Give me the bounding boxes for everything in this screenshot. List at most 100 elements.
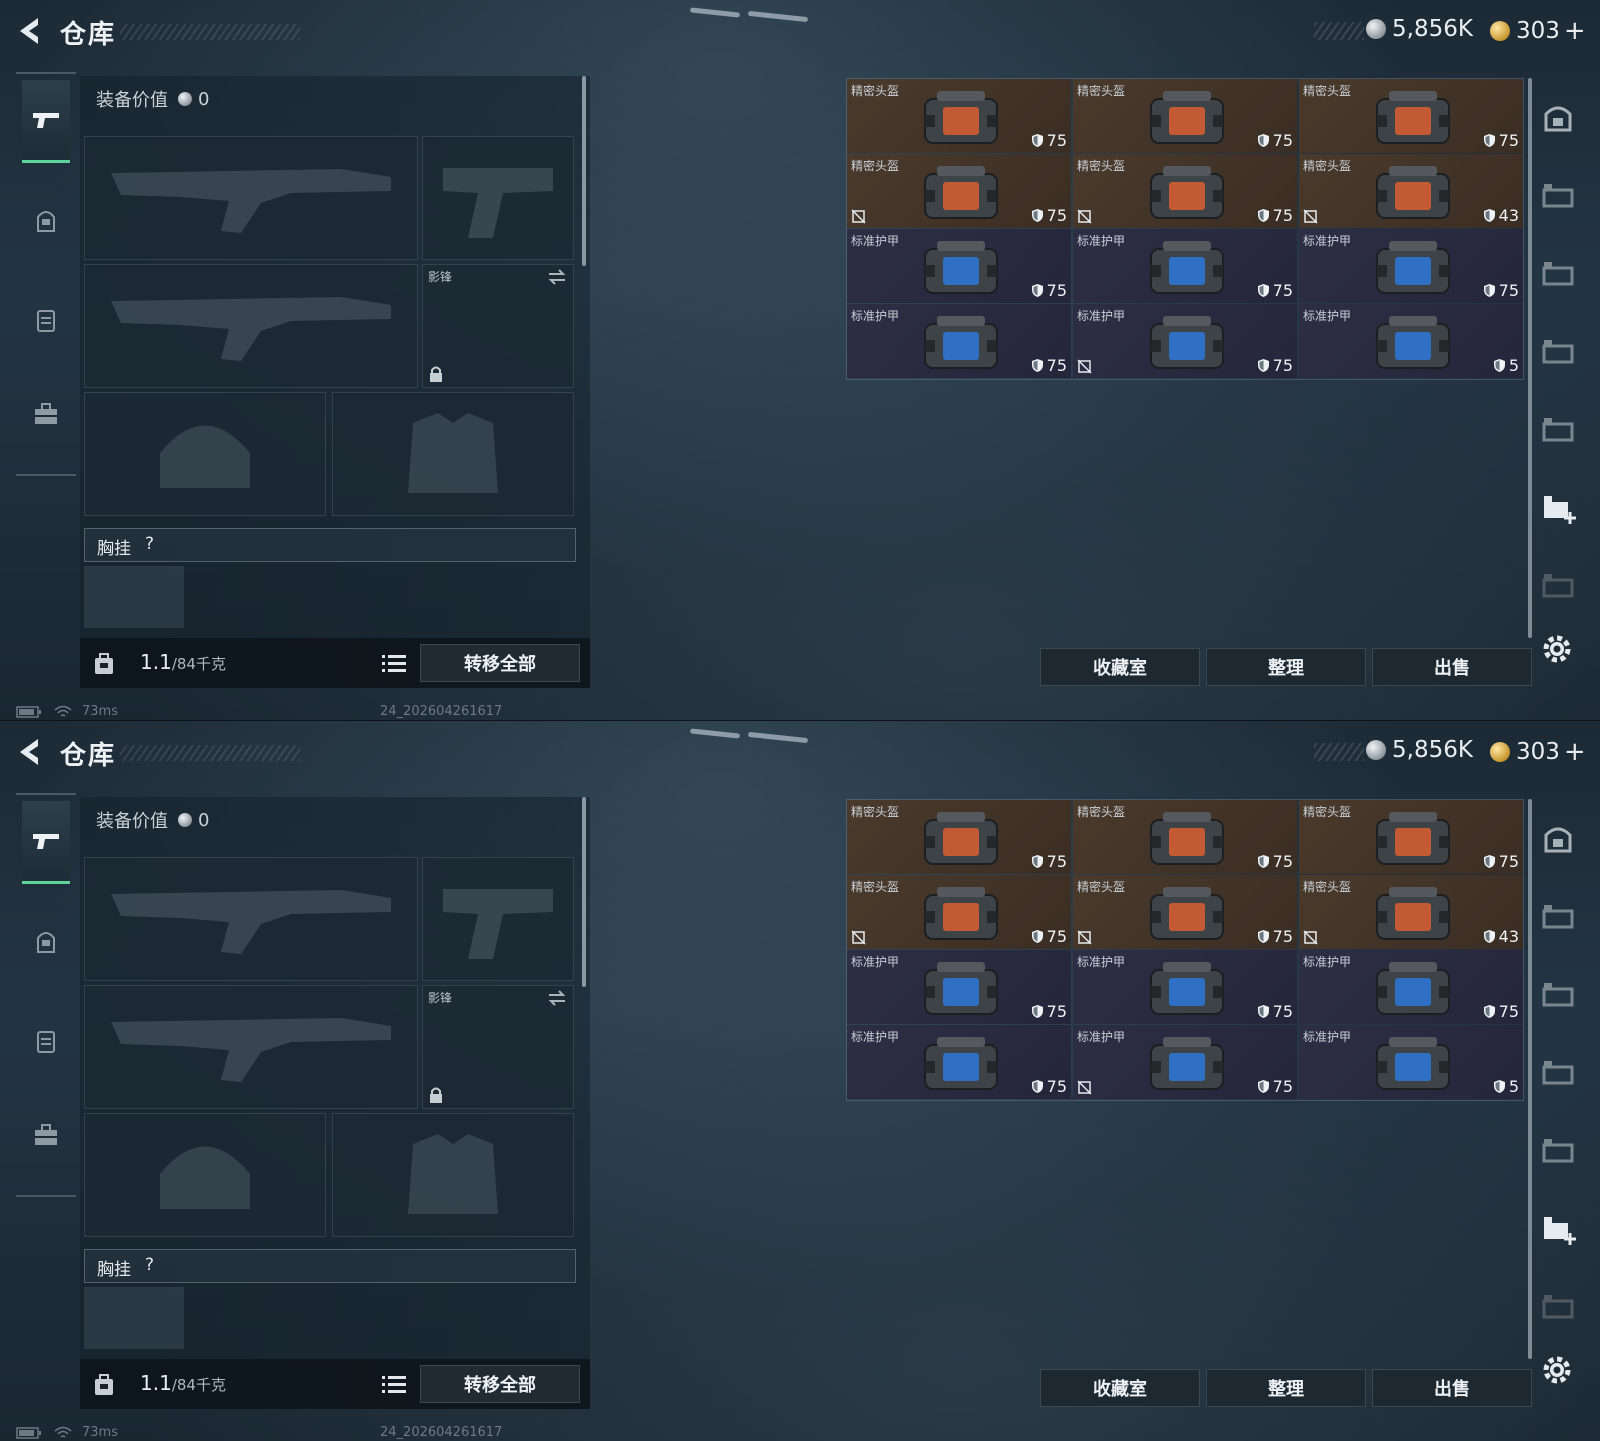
armor-slot[interactable] [332, 392, 574, 516]
sell-button[interactable]: 出售 [1372, 1369, 1532, 1407]
helmet-case-icon [924, 887, 998, 940]
nav-armor[interactable] [22, 1001, 70, 1081]
silver-currency: 5,856K [1366, 16, 1473, 42]
inventory-item-helmet[interactable]: 精密头盔 75 [1299, 79, 1523, 153]
backpack-icon [95, 1374, 113, 1395]
storage-tab-1-icon[interactable] [1540, 821, 1576, 857]
swap-icon[interactable] [547, 990, 567, 1006]
shield-icon [1031, 359, 1043, 372]
pistol-slot[interactable] [422, 136, 574, 260]
inventory-item-helmet[interactable]: 精密头盔 43 [1299, 154, 1523, 228]
storage-tab-6-icon[interactable] [1540, 568, 1576, 604]
storage-tab-3-icon[interactable] [1540, 256, 1576, 292]
transfer-all-button[interactable]: 转移全部 [420, 644, 580, 682]
back-arrow-icon[interactable] [14, 735, 48, 769]
gold-currency[interactable]: 303 + [1490, 16, 1586, 46]
secondary-weapon-slot[interactable] [84, 985, 418, 1109]
nav-medkit[interactable] [22, 1095, 70, 1175]
helmet-slot[interactable] [84, 392, 326, 516]
shield-icon [1257, 134, 1269, 147]
item-durability: 75 [1257, 356, 1293, 375]
inventory-item-armor[interactable]: 标准护甲 75 [847, 950, 1071, 1024]
settings-gear-icon[interactable] [1540, 632, 1574, 666]
inventory-item-armor[interactable]: 标准护甲 75 [847, 1025, 1071, 1099]
sort-button[interactable]: 整理 [1206, 648, 1366, 686]
inventory-item-helmet[interactable]: 精密头盔 75 [847, 800, 1071, 874]
equipment-scrollbar[interactable] [582, 797, 586, 987]
shield-icon [1031, 134, 1043, 147]
sell-button[interactable]: 出售 [1372, 648, 1532, 686]
inventory-item-armor[interactable]: 标准护甲 5 [1299, 304, 1523, 378]
secondary-weapon-slot[interactable] [84, 264, 418, 388]
help-icon[interactable]: ? [145, 534, 154, 554]
transfer-all-button[interactable]: 转移全部 [420, 1365, 580, 1403]
equipment-scrollbar[interactable] [582, 76, 586, 266]
pistol-slot[interactable] [422, 857, 574, 981]
storage-tab-4-icon[interactable] [1540, 1055, 1576, 1091]
shield-icon [1257, 1005, 1269, 1018]
battery-icon [16, 1426, 41, 1439]
back-arrow-icon[interactable] [14, 14, 48, 48]
inventory-item-armor[interactable]: 标准护甲 75 [1073, 950, 1297, 1024]
inventory-item-helmet[interactable]: 精密头盔 75 [1299, 800, 1523, 874]
inventory-item-armor[interactable]: 标准护甲 75 [1073, 304, 1297, 378]
chest-rig-label: 胸挂 [97, 1260, 131, 1280]
storage-tab-2-icon[interactable] [1540, 899, 1576, 935]
storage-tab-scrollbar[interactable] [1528, 799, 1532, 1359]
ping-text: 73ms [82, 1425, 118, 1440]
inventory-item-helmet[interactable]: 精密头盔 75 [1073, 154, 1297, 228]
item-name: 精密头盔 [851, 805, 900, 819]
collection-room-button[interactable]: 收藏室 [1040, 648, 1200, 686]
add-storage-tab-icon[interactable] [1540, 490, 1576, 526]
armor-slot[interactable] [332, 1113, 574, 1237]
inventory-item-helmet[interactable]: 精密头盔 75 [847, 875, 1071, 949]
sort-button[interactable]: 整理 [1206, 1369, 1366, 1407]
add-gold-icon[interactable]: + [1564, 16, 1586, 46]
primary-weapon-slot[interactable] [84, 136, 418, 260]
inventory-item-armor[interactable]: 标准护甲 75 [1073, 1025, 1297, 1099]
inventory-item-helmet[interactable]: 精密头盔 75 [1073, 79, 1297, 153]
swap-icon[interactable] [547, 269, 567, 285]
settings-gear-icon[interactable] [1540, 1353, 1574, 1387]
inventory-item-armor[interactable]: 标准护甲 75 [1299, 229, 1523, 303]
collection-room-button[interactable]: 收藏室 [1040, 1369, 1200, 1407]
nav-helmet[interactable] [22, 180, 70, 260]
inventory-item-armor[interactable]: 标准护甲 75 [847, 229, 1071, 303]
add-storage-tab-icon[interactable] [1540, 1211, 1576, 1247]
chest-rig-slot[interactable] [84, 1287, 184, 1349]
nav-weapons[interactable] [22, 801, 70, 884]
list-icon[interactable] [382, 653, 406, 673]
chest-rig-slot[interactable] [84, 566, 184, 628]
chest-rig-header: 胸挂 ? [84, 1249, 576, 1283]
nav-armor[interactable] [22, 280, 70, 360]
storage-tab-4-icon[interactable] [1540, 334, 1576, 370]
inventory-item-armor[interactable]: 标准护甲 75 [1299, 950, 1523, 1024]
storage-tab-5-icon[interactable] [1540, 412, 1576, 448]
storage-tab-2-icon[interactable] [1540, 178, 1576, 214]
primary-weapon-slot[interactable] [84, 857, 418, 981]
list-icon[interactable] [382, 1374, 406, 1394]
add-gold-icon[interactable]: + [1564, 737, 1586, 767]
inventory-item-armor[interactable]: 标准护甲 75 [1073, 229, 1297, 303]
inventory-item-helmet[interactable]: 精密头盔 75 [1073, 875, 1297, 949]
help-icon[interactable]: ? [145, 1255, 154, 1275]
storage-tab-scrollbar[interactable] [1528, 78, 1532, 638]
nav-helmet[interactable] [22, 901, 70, 981]
inventory-item-armor[interactable]: 标准护甲 5 [1299, 1025, 1523, 1099]
gold-currency[interactable]: 303 + [1490, 737, 1586, 767]
melee-slot[interactable]: 影锋 [422, 985, 574, 1109]
inventory-item-helmet[interactable]: 精密头盔 75 [847, 79, 1071, 153]
storage-tab-6-icon[interactable] [1540, 1289, 1576, 1325]
storage-tab-3-icon[interactable] [1540, 977, 1576, 1013]
build-version: 24_202604261617 [380, 1425, 503, 1440]
inventory-item-armor[interactable]: 标准护甲 75 [847, 304, 1071, 378]
helmet-slot[interactable] [84, 1113, 326, 1237]
nav-medkit[interactable] [22, 374, 70, 454]
inventory-item-helmet[interactable]: 精密头盔 43 [1299, 875, 1523, 949]
storage-tab-5-icon[interactable] [1540, 1133, 1576, 1169]
inventory-item-helmet[interactable]: 精密头盔 75 [1073, 800, 1297, 874]
nav-weapons[interactable] [22, 80, 70, 163]
melee-slot[interactable]: 影锋 [422, 264, 574, 388]
inventory-item-helmet[interactable]: 精密头盔 75 [847, 154, 1071, 228]
storage-tab-1-icon[interactable] [1540, 100, 1576, 136]
